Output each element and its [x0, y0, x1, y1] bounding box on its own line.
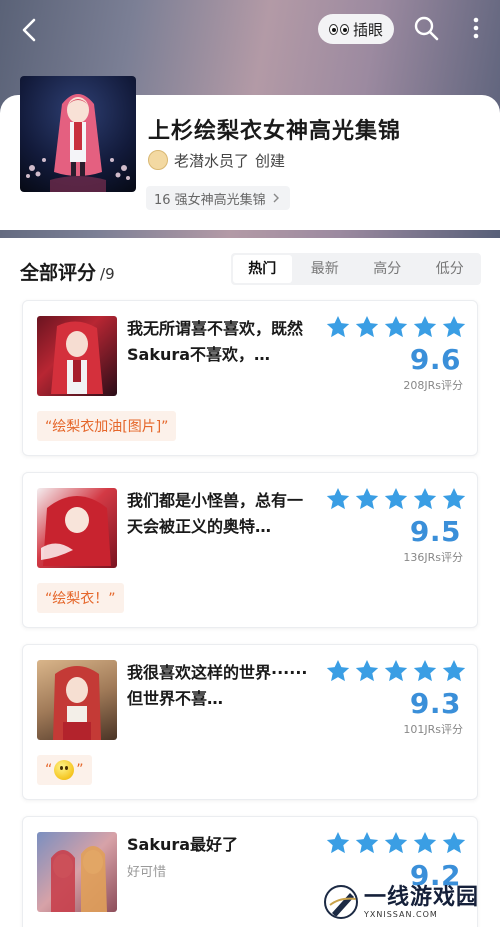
- collection-cover-image[interactable]: [20, 76, 136, 192]
- chevron-right-icon: [273, 193, 279, 203]
- peek-button[interactable]: 插眼: [318, 14, 394, 44]
- star-icon: [442, 659, 466, 682]
- reviews-title: 全部评分: [20, 262, 97, 284]
- review-title: 我很喜欢这样的世界······但世界不喜…: [127, 663, 308, 708]
- review-card[interactable]: 我们都是小怪兽，总有一天会被正义的奥特… 9.5 136JRs评分 “绘梨衣！”: [22, 472, 478, 628]
- review-title: Sakura最好了: [127, 835, 239, 854]
- star-icon: [413, 315, 437, 338]
- star-icon: [355, 659, 379, 682]
- review-quote: “绘梨衣加油[图片]”: [37, 411, 177, 441]
- review-thumbnail: [37, 660, 117, 740]
- quote-open: “: [45, 762, 53, 778]
- review-title: 我无所谓喜不喜欢，既然Sakura不喜欢，…: [127, 319, 304, 364]
- collection-tag-label: 16 强女神高光集锦: [154, 192, 266, 208]
- collection-tag[interactable]: 16 强女神高光集锦: [146, 186, 290, 210]
- vote-count: 101JRs评分: [403, 723, 463, 736]
- review-card[interactable]: 我很喜欢这样的世界······但世界不喜… 9.3 101JRs评分 “ ”: [22, 644, 478, 800]
- star-rating: [325, 658, 467, 684]
- star-rating: [325, 314, 467, 340]
- back-button[interactable]: [14, 12, 46, 48]
- star-icon: [326, 831, 350, 854]
- star-icon: [326, 315, 350, 338]
- star-icon: [384, 315, 408, 338]
- eyes-icon: [328, 23, 349, 35]
- search-icon: [414, 16, 439, 41]
- star-icon: [442, 487, 466, 510]
- creator-line[interactable]: 老潜水员了 创建: [148, 148, 285, 172]
- smiley-emoji-icon: [54, 760, 75, 780]
- reviews-count: /9: [100, 265, 115, 283]
- review-thumbnail: [37, 832, 117, 912]
- more-button[interactable]: [466, 14, 486, 42]
- reviews-header: 全部评分 /9: [20, 258, 115, 285]
- watermark-url: YXNISSAN.COM: [364, 909, 438, 919]
- review-score: 9.5: [409, 515, 461, 548]
- vote-count: 136JRs评分: [403, 551, 463, 564]
- star-icon: [355, 831, 379, 854]
- star-icon: [355, 487, 379, 510]
- tab-newest[interactable]: 最新: [296, 255, 355, 283]
- quote-close: ”: [76, 762, 84, 778]
- collection-title: 上杉绘梨衣女神高光集锦: [148, 119, 402, 144]
- star-rating: [325, 830, 467, 856]
- watermark-name: 一线游戏园: [364, 884, 480, 910]
- top-bar: 插眼: [0, 0, 500, 60]
- cover-illustration: [26, 94, 130, 192]
- review-quote: “绘梨衣！”: [37, 583, 124, 613]
- review-thumbnail: [37, 488, 117, 568]
- star-rating: [325, 486, 467, 512]
- review-quote: “ ”: [37, 755, 92, 785]
- tab-hot[interactable]: 热门: [233, 255, 292, 283]
- tab-high-score[interactable]: 高分: [358, 255, 417, 283]
- star-icon: [413, 487, 437, 510]
- star-icon: [384, 831, 408, 854]
- review-card[interactable]: 我无所谓喜不喜欢，既然Sakura不喜欢，… 9.6 208JRs评分 “绘梨衣…: [22, 300, 478, 456]
- peek-label: 插眼: [352, 20, 383, 39]
- site-watermark: 一线游戏园 YXNISSAN.COM: [324, 880, 494, 924]
- vote-count: 208JRs评分: [403, 379, 463, 392]
- creator-name[interactable]: 老潜水员了: [174, 150, 249, 171]
- creator-avatar[interactable]: [148, 150, 168, 170]
- star-icon: [442, 831, 466, 854]
- review-thumbnail: [37, 316, 117, 396]
- star-icon: [442, 315, 466, 338]
- star-icon: [326, 659, 350, 682]
- tab-low-score[interactable]: 低分: [421, 255, 480, 283]
- star-icon: [384, 487, 408, 510]
- review-title: 我们都是小怪兽，总有一天会被正义的奥特…: [127, 491, 304, 536]
- more-vertical-icon: [473, 17, 479, 39]
- star-icon: [413, 659, 437, 682]
- creator-suffix: 创建: [255, 151, 286, 170]
- chevron-left-icon: [22, 18, 36, 42]
- star-icon: [355, 315, 379, 338]
- watermark-logo-icon: [324, 885, 358, 919]
- star-icon: [384, 659, 408, 682]
- star-icon: [413, 831, 437, 854]
- review-score: 9.6: [409, 343, 461, 376]
- search-button[interactable]: [412, 14, 440, 42]
- review-subtitle: 好可惜: [127, 865, 167, 880]
- sort-tabs: 热门 最新 高分 低分: [231, 253, 481, 285]
- review-score: 9.3: [409, 687, 461, 720]
- star-icon: [326, 487, 350, 510]
